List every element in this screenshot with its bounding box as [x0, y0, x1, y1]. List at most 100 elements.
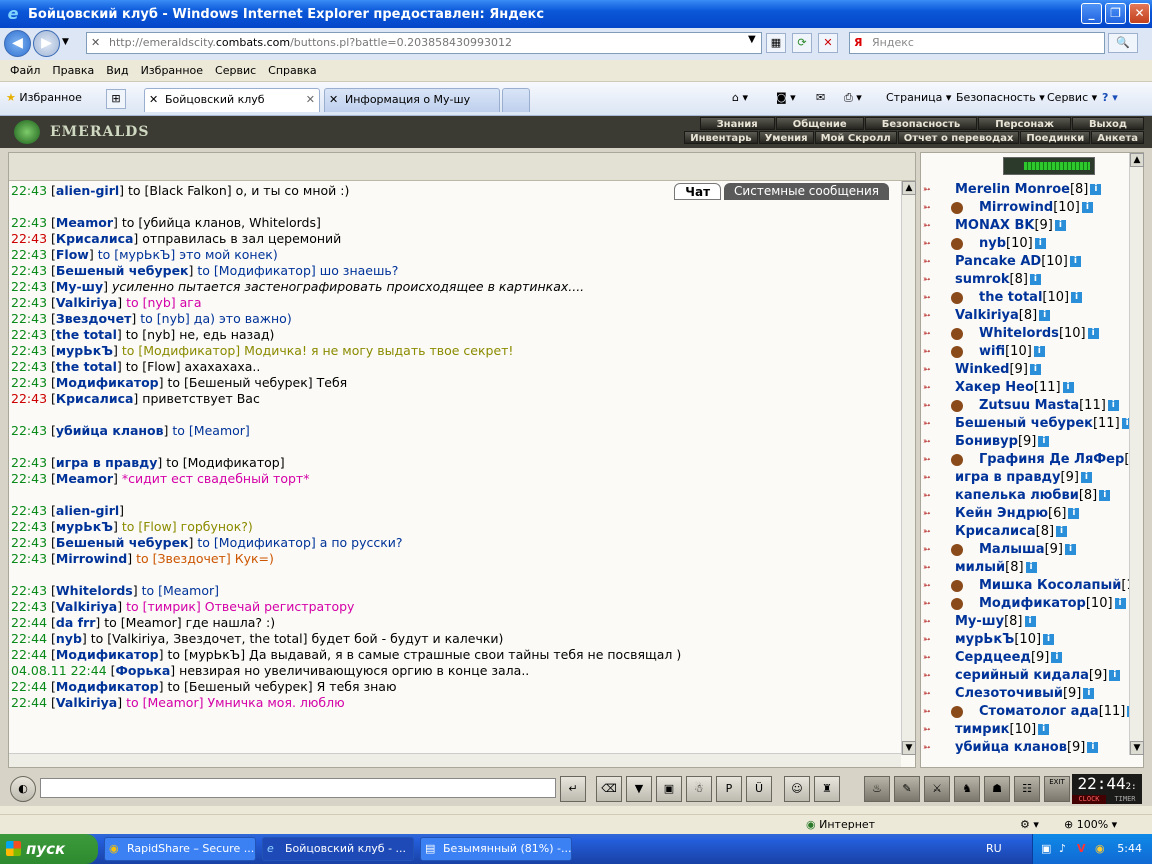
user-name[interactable]: Слезоточивый — [955, 686, 1063, 701]
nav-duels[interactable]: Поединки — [1020, 131, 1091, 144]
user-list-item[interactable]: ➳ Merelin Monroe[8] i — [921, 181, 1129, 199]
armor-icon[interactable]: ♞ — [954, 776, 980, 802]
message-time[interactable]: 22:43 — [11, 327, 47, 342]
message-recipient[interactable]: to [Модификатор] — [122, 343, 244, 358]
message-recipient[interactable]: to [Flow] — [126, 359, 185, 374]
message-nick[interactable]: Бешеный чебурек — [56, 535, 189, 550]
user-list-item[interactable]: ➳ Zutsuu Masta[11] i — [921, 397, 1129, 415]
home-icon[interactable]: ⌂ ▾ — [732, 91, 748, 104]
task-rapidshare[interactable]: ◉ RapidShare – Secure ... — [104, 837, 256, 861]
message-recipient[interactable]: to [Meamor] — [142, 583, 219, 598]
language-indicator[interactable]: RU — [986, 834, 1002, 864]
menu-file[interactable]: Файл — [4, 64, 46, 77]
message-recipient[interactable]: to [Meamor] — [172, 423, 249, 438]
user-list-item[interactable]: ➳ милый[8] i — [921, 559, 1129, 577]
user-info-icon[interactable]: i — [1080, 472, 1092, 483]
menu-edit[interactable]: Правка — [46, 64, 100, 77]
message-recipient[interactable]: to [мурЬкЪ] — [98, 247, 180, 262]
task-paint[interactable]: ▤ Безымянный (81%) -... — [420, 837, 572, 861]
close-button[interactable]: ✕ — [1129, 3, 1150, 24]
user-info-icon[interactable]: i — [1121, 418, 1129, 429]
user-list-item[interactable]: ➳ Сердцеед[9] i — [921, 649, 1129, 667]
message-nick[interactable]: Крисалиса — [56, 391, 134, 406]
message-nick[interactable]: Звездочет — [56, 311, 132, 326]
private-arrow-icon[interactable]: ➳ — [923, 221, 949, 231]
chat-mode-icon[interactable]: ◐ — [10, 776, 36, 802]
user-info-icon[interactable]: i — [1083, 688, 1095, 699]
message-recipient[interactable]: to [Бешеный чебурек] — [168, 375, 317, 390]
private-arrow-icon[interactable]: ➳ — [923, 581, 949, 591]
tools-menu[interactable]: Сервис ▾ — [1047, 91, 1097, 104]
menu-tools[interactable]: Сервис — [209, 64, 262, 77]
user-list-item[interactable]: ➳ nyb[10] i — [921, 235, 1129, 253]
new-tab-button[interactable] — [502, 88, 530, 112]
user-info-icon[interactable]: i — [1054, 220, 1066, 231]
scroll-down-icon[interactable]: ▼ — [902, 741, 916, 755]
feeds-icon[interactable]: ◙ ▾ — [776, 91, 796, 104]
user-info-icon[interactable]: i — [1038, 436, 1050, 447]
private-arrow-icon[interactable]: ➳ — [923, 509, 949, 519]
message-time[interactable]: 22:43 — [11, 599, 47, 614]
user-list-item[interactable]: ➳ игра в правду[9] i — [921, 469, 1129, 487]
user-name[interactable]: the total — [979, 290, 1042, 305]
smiles-icon[interactable]: ☺ — [784, 776, 810, 802]
message-nick[interactable]: Valkiriya — [56, 695, 117, 710]
page-menu[interactable]: Страница ▾ — [886, 91, 951, 104]
user-list-item[interactable]: ➳Графиня Де ЛяФер[i — [921, 451, 1129, 469]
clock-label[interactable]: CLOCK — [1072, 795, 1106, 804]
message-time[interactable]: 22:44 — [11, 615, 47, 630]
nav-transfer-report[interactable]: Отчет о переводах — [897, 131, 1020, 144]
user-name[interactable]: Valkiriya — [955, 308, 1019, 323]
user-list-item[interactable]: ➳ капелька любви[8] i — [921, 487, 1129, 505]
message-nick[interactable]: Valkiriya — [56, 295, 117, 310]
translit-icon[interactable]: Ü — [746, 776, 772, 802]
compat-view-icon[interactable]: ▦ — [766, 33, 786, 53]
refresh-icon[interactable]: ⟳ — [792, 33, 812, 53]
save-icon[interactable]: ▣ — [656, 776, 682, 802]
user-name[interactable]: тимрик — [955, 722, 1010, 737]
user-list-item[interactable]: ➳ серийный кидала[9] i — [921, 667, 1129, 685]
address-dropdown-icon[interactable]: ▼ — [748, 34, 756, 45]
help-icon[interactable]: ? ▾ — [1102, 91, 1118, 104]
private-arrow-icon[interactable]: ➳ — [923, 401, 949, 411]
nav-profile[interactable]: Анкета — [1091, 131, 1144, 144]
message-time[interactable]: 22:44 — [11, 695, 47, 710]
user-info-icon[interactable]: i — [1029, 274, 1041, 285]
user-list-item[interactable]: ➳Мишка Косолапый[1i — [921, 577, 1129, 595]
message-nick[interactable]: Flow — [56, 247, 89, 262]
scroll-up-icon[interactable]: ▲ — [1130, 153, 1144, 167]
message-time[interactable]: 22:43 — [11, 215, 47, 230]
private-arrow-icon[interactable]: ➳ — [923, 653, 949, 663]
user-name[interactable]: wifi — [979, 344, 1005, 359]
user-info-icon[interactable]: i — [1081, 202, 1093, 213]
user-list-item[interactable]: ➳ Слезоточивый[9] i — [921, 685, 1129, 703]
user-info-icon[interactable]: i — [1099, 490, 1111, 501]
message-time[interactable]: 22:43 — [11, 231, 47, 246]
send-icon[interactable]: ↵ — [560, 776, 586, 802]
message-nick[interactable]: da frr — [56, 615, 96, 630]
user-list-item[interactable]: ➳ Pancake AD[10] i — [921, 253, 1129, 271]
message-time[interactable]: 22:43 — [11, 423, 47, 438]
user-list-item[interactable]: ➳ Valkiriya[8] i — [921, 307, 1129, 325]
message-time[interactable]: 22:43 — [11, 583, 47, 598]
message-recipient[interactable]: to [Valkiriya, Звездочет, the total] — [91, 631, 312, 646]
private-arrow-icon[interactable]: ➳ — [923, 185, 949, 195]
user-info-icon[interactable]: i — [1069, 256, 1081, 267]
private-arrow-icon[interactable]: ➳ — [923, 311, 949, 321]
menu-favorites[interactable]: Избранное — [135, 64, 209, 77]
user-name[interactable]: Бонивур — [955, 434, 1018, 449]
tab-system-messages[interactable]: Системные сообщения — [724, 183, 889, 200]
user-list-item[interactable]: ➳ Whitelords[10] i — [921, 325, 1129, 343]
tab-mu-shu-info[interactable]: ✕ Информация о Му-шу — [324, 88, 500, 112]
user-list-item[interactable]: ➳ Модификатор[10] i — [921, 595, 1129, 613]
chat-scrollbar[interactable]: ▲ ▼ — [901, 181, 916, 755]
minimize-button[interactable]: _ — [1081, 3, 1102, 24]
helmet-icon[interactable]: ♜ — [814, 776, 840, 802]
safety-menu[interactable]: Безопасность ▾ — [956, 91, 1045, 104]
message-time[interactable]: 04.08.11 22:44 — [11, 663, 107, 678]
private-arrow-icon[interactable]: ➳ — [923, 419, 949, 429]
message-recipient[interactable]: to [nyb] — [140, 311, 194, 326]
user-list-item[interactable]: ➳ тимрик[10] i — [921, 721, 1129, 739]
user-name[interactable]: Му-шу — [955, 614, 1004, 629]
private-icon[interactable]: P — [716, 776, 742, 802]
